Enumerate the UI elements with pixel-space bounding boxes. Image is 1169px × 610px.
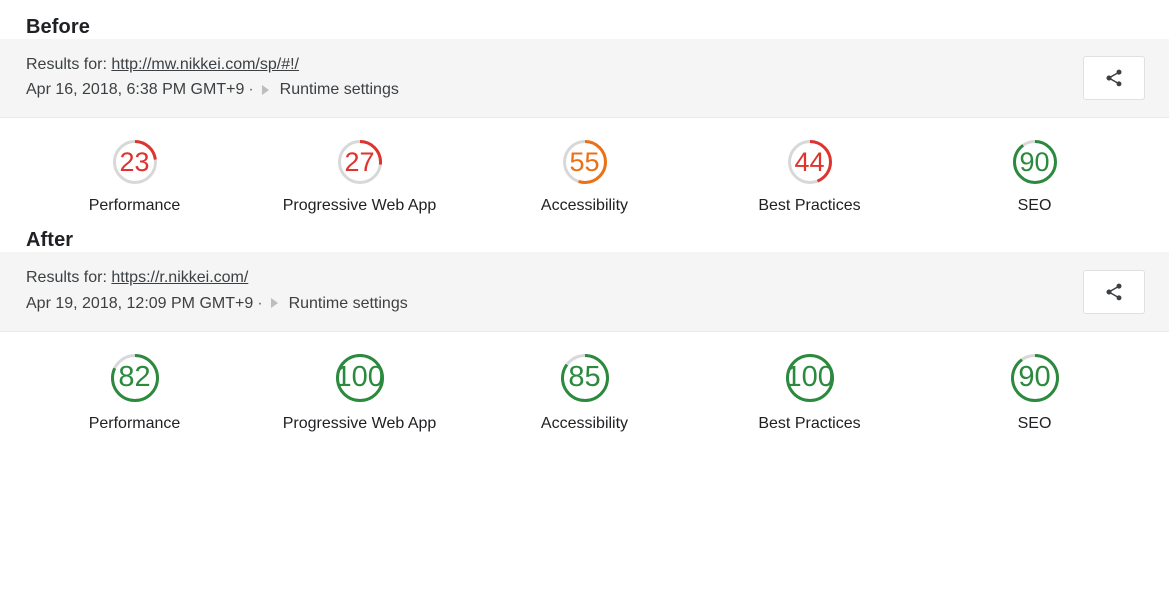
score-value: 85 [568, 361, 601, 394]
audit-timestamp: Apr 19, 2018, 12:09 PM GMT+9 [26, 294, 254, 312]
share-icon [1104, 282, 1124, 302]
audited-url-link[interactable]: http://mw.nikkei.com/sp/#!/ [111, 56, 299, 73]
expand-triangle-icon[interactable] [270, 298, 278, 309]
results-for-label: Results for: [26, 56, 107, 73]
score-gauge-ring: 27 [337, 140, 382, 185]
results-line: Results for: https://r.nikkei.com/ [26, 266, 926, 289]
score-gauge-cell[interactable]: 44 Best Practices [697, 140, 922, 215]
score-gauge-ring: 82 [110, 353, 159, 402]
section-heading-before: Before [26, 16, 90, 38]
report-header-before: Results for: http://mw.nikkei.com/sp/#!/… [0, 39, 1169, 119]
meta-separator: · [257, 294, 263, 312]
score-value: 100 [335, 361, 384, 394]
score-gauge-cell[interactable]: 100 Best Practices [697, 353, 922, 433]
share-button-before[interactable] [1083, 56, 1145, 101]
meta-separator: · [248, 81, 254, 99]
score-gauge-cell[interactable]: 90 SEO [922, 140, 1147, 215]
score-value: 100 [785, 361, 834, 394]
score-category-label: Progressive Web App [282, 414, 437, 432]
meta-line: Apr 19, 2018, 12:09 PM GMT+9 · Runtime s… [26, 292, 926, 315]
score-value: 90 [1018, 361, 1051, 394]
score-category-label: SEO [1017, 414, 1052, 432]
after-section: After Results for: https://r.nikkei.com/… [0, 229, 1169, 433]
score-gauge-ring: 44 [787, 140, 832, 185]
runtime-settings-toggle[interactable]: Runtime settings [280, 78, 399, 101]
score-gauge-ring: 85 [560, 353, 609, 402]
score-gauge-ring: 23 [112, 140, 157, 185]
score-gauge-ring: 100 [785, 353, 834, 402]
score-category-label: Accessibility [540, 414, 629, 432]
score-value: 82 [118, 361, 151, 394]
score-gauge-ring: 55 [562, 140, 607, 185]
score-value: 23 [119, 146, 150, 177]
report-header-after: Results for: https://r.nikkei.com/ Apr 1… [0, 252, 1169, 332]
results-line: Results for: http://mw.nikkei.com/sp/#!/ [26, 53, 926, 76]
lighthouse-comparison-page: Before Results for: http://mw.nikkei.com… [0, 16, 1169, 610]
score-category-label: SEO [1017, 197, 1052, 215]
report-header-text-after: Results for: https://r.nikkei.com/ Apr 1… [26, 266, 926, 314]
score-value: 55 [569, 146, 600, 177]
score-gauge-cell[interactable]: 27 Progressive Web App [247, 140, 472, 215]
share-button-after[interactable] [1083, 269, 1145, 314]
score-value: 27 [344, 146, 375, 177]
score-gauge-cell[interactable]: 23 Performance [22, 140, 247, 215]
score-category-label: Accessibility [540, 197, 629, 215]
score-gauge-ring: 90 [1012, 140, 1057, 185]
score-category-label: Best Practices [758, 197, 861, 215]
score-value: 44 [794, 146, 825, 177]
score-gauge-cell[interactable]: 100 Progressive Web App [247, 353, 472, 433]
score-gauges-after: 82 Performance 100 Progressive Web App 85 Acc… [0, 331, 1169, 433]
score-category-label: Performance [88, 197, 181, 215]
runtime-settings-toggle[interactable]: Runtime settings [289, 292, 408, 315]
score-gauge-cell[interactable]: 82 Performance [22, 353, 247, 433]
score-gauge-cell[interactable]: 90 SEO [922, 353, 1147, 433]
section-heading-after: After [26, 229, 74, 252]
results-for-label: Results for: [26, 269, 107, 287]
meta-line: Apr 16, 2018, 6:38 PM GMT+9 · Runtime se… [26, 78, 926, 101]
score-gauge-cell[interactable]: 85 Accessibility [472, 353, 697, 433]
score-gauges-before: 23 Performance 27 Progressive Web App 55 Acce… [0, 118, 1169, 216]
score-gauge-ring: 90 [1010, 353, 1059, 402]
score-value: 90 [1019, 146, 1050, 177]
share-icon [1104, 68, 1124, 88]
report-header-text-before: Results for: http://mw.nikkei.com/sp/#!/… [26, 53, 926, 101]
score-category-label: Progressive Web App [282, 197, 437, 215]
score-category-label: Performance [88, 414, 181, 432]
audit-timestamp: Apr 16, 2018, 6:38 PM GMT+9 [26, 81, 245, 99]
audited-url-link[interactable]: https://r.nikkei.com/ [111, 269, 248, 286]
score-gauge-cell[interactable]: 55 Accessibility [472, 140, 697, 215]
score-category-label: Best Practices [758, 414, 861, 432]
expand-triangle-icon[interactable] [261, 84, 269, 95]
before-section: Before Results for: http://mw.nikkei.com… [0, 16, 1169, 216]
score-gauge-ring: 100 [335, 353, 384, 402]
